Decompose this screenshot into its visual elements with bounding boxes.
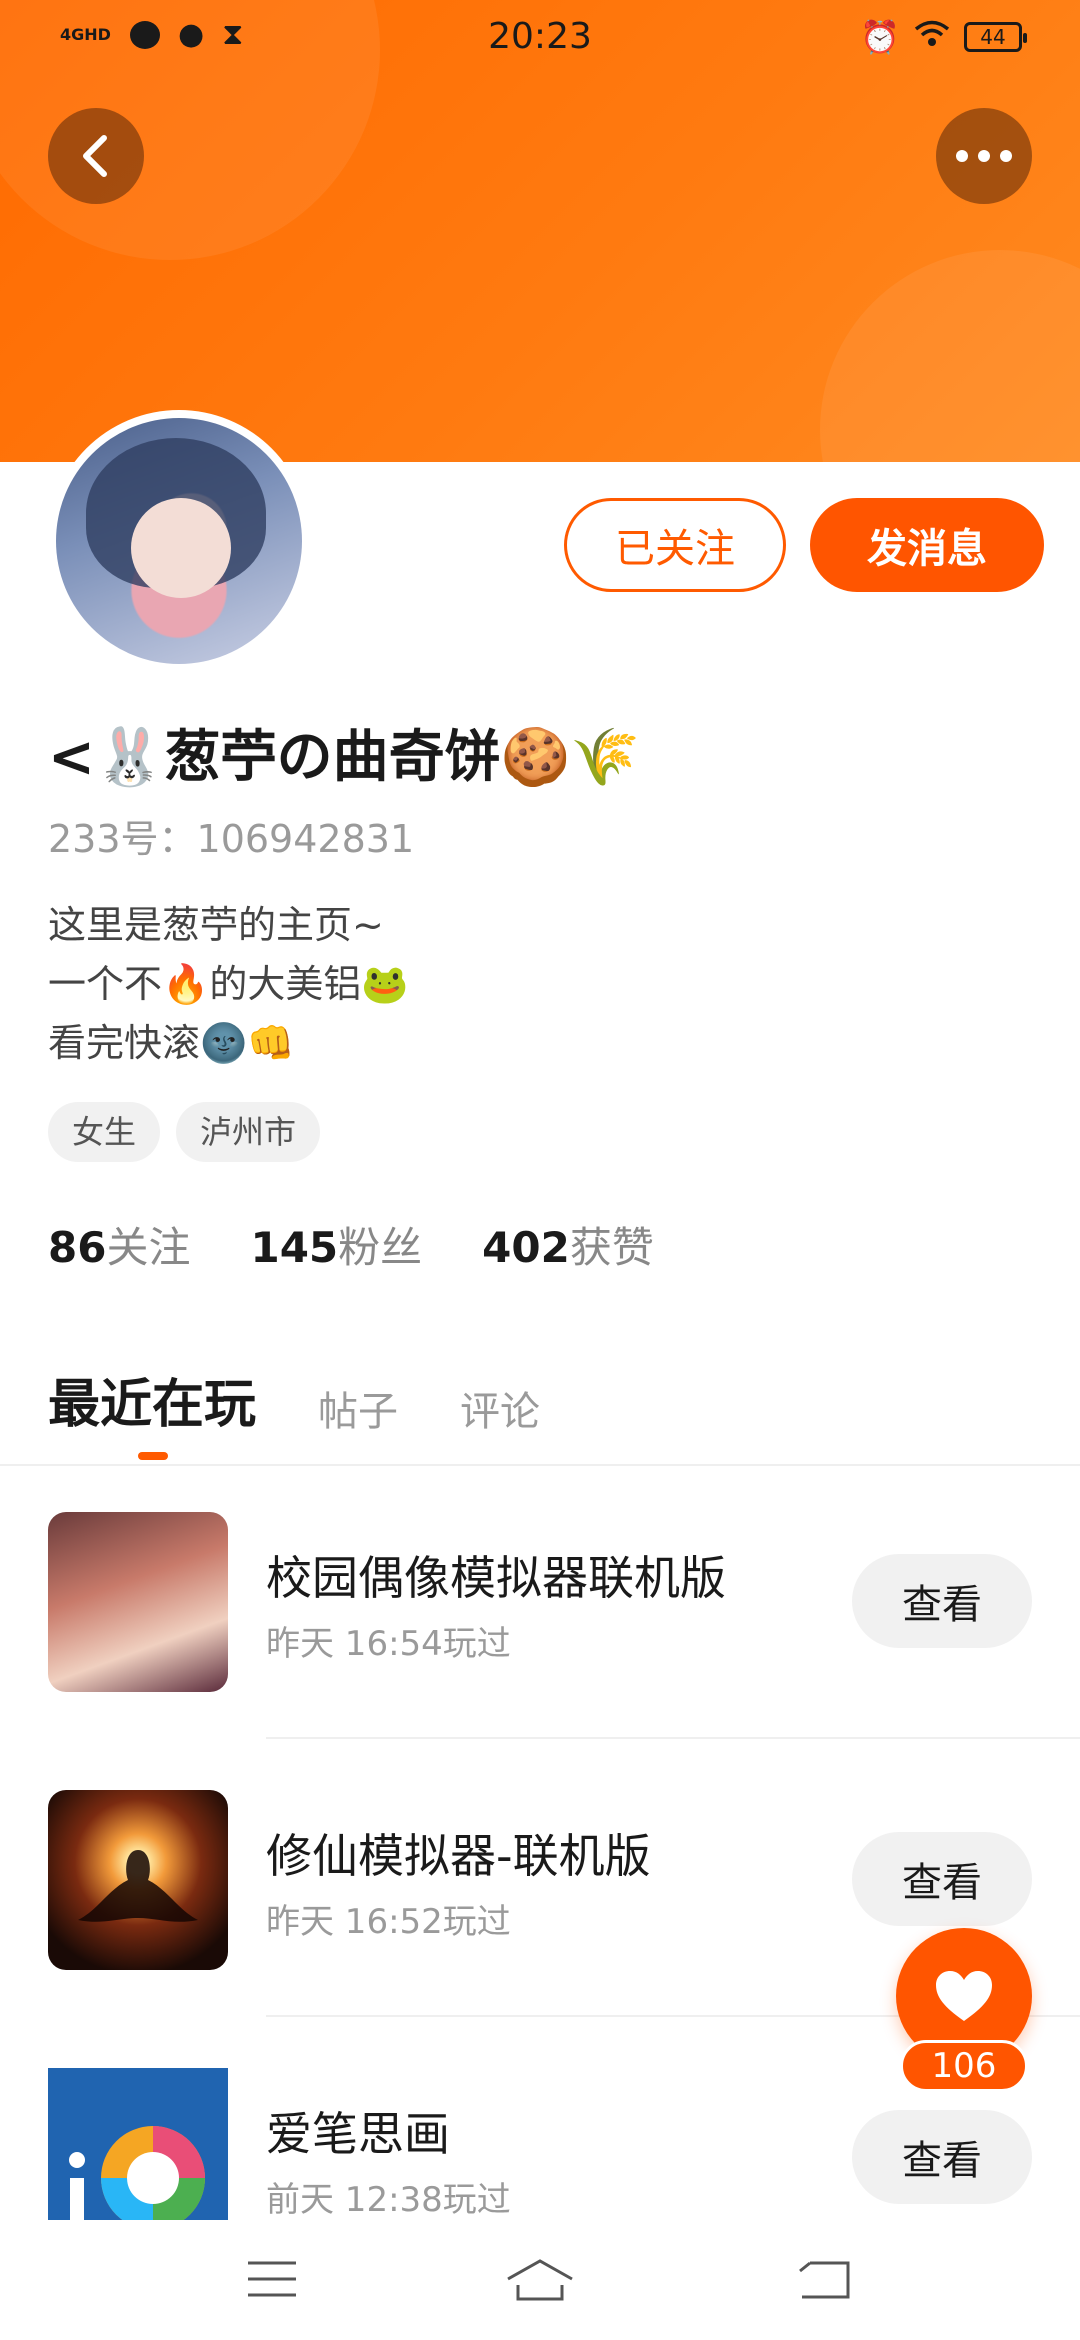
tab-indicator bbox=[138, 1452, 168, 1460]
send-message-button[interactable]: 发消息 bbox=[810, 498, 1044, 592]
profile-uid: 233号：106942831 bbox=[48, 817, 415, 861]
avatar-image bbox=[56, 418, 302, 664]
system-nav-bar bbox=[0, 2220, 1080, 2340]
divider bbox=[266, 1737, 1080, 1739]
battery-icon: 44 bbox=[964, 22, 1027, 52]
view-button[interactable]: 查看 bbox=[852, 1554, 1032, 1648]
chevron-left-icon bbox=[83, 135, 107, 177]
bio-line: 一个不🔥的大美铝🐸 bbox=[48, 962, 409, 1006]
divider bbox=[0, 1464, 1080, 1466]
back-button[interactable] bbox=[48, 108, 144, 204]
stat-following[interactable]: 86关注 bbox=[48, 1214, 190, 1275]
more-horizontal-icon bbox=[956, 150, 1012, 162]
bio-line: 这里是葱苧的主页~ bbox=[48, 903, 384, 947]
stat-number: 86 bbox=[48, 1223, 107, 1272]
tab-posts[interactable]: 帖子 bbox=[318, 1379, 398, 1437]
profile-tabs: 最近在玩 帖子 评论 bbox=[48, 1362, 540, 1437]
heart-icon bbox=[936, 1971, 992, 2021]
profile-tags: 女生 泸州市 bbox=[48, 1102, 321, 1162]
stat-label: 获赞 bbox=[569, 1223, 654, 1272]
bio-line: 看完快滚🌚👊 bbox=[48, 1021, 295, 1065]
home-icon[interactable] bbox=[500, 2244, 580, 2314]
more-button[interactable] bbox=[936, 108, 1032, 204]
stat-number: 145 bbox=[250, 1223, 339, 1272]
profile-name: <🐰葱苧の曲奇饼🍪🌾 bbox=[48, 725, 641, 790]
avatar[interactable] bbox=[48, 410, 310, 672]
stat-number: 402 bbox=[482, 1223, 570, 1272]
game-icon bbox=[48, 1512, 228, 1692]
profile-bio: 这里是葱苧的主页~ 一个不🔥的大美铝🐸 看完快滚🌚👊 bbox=[48, 896, 409, 1073]
tag-gender: 女生 bbox=[48, 1102, 161, 1162]
game-played-time: 昨天 16:54玩过 bbox=[266, 1624, 511, 1664]
menu-icon[interactable] bbox=[232, 2244, 312, 2314]
view-button[interactable]: 查看 bbox=[852, 1832, 1032, 1926]
game-played-time: 前天 12:38玩过 bbox=[266, 2180, 511, 2220]
game-title: 修仙模拟器-联机版 bbox=[266, 1829, 651, 1883]
like-count: 106 bbox=[900, 2040, 1028, 2092]
stat-followers[interactable]: 145粉丝 bbox=[250, 1214, 422, 1275]
stat-label: 关注 bbox=[106, 1223, 191, 1272]
tag-location: 泸州市 bbox=[176, 1102, 321, 1162]
alarm-icon: ⏰ bbox=[860, 18, 900, 56]
game-title: 爱笔思画 bbox=[266, 2107, 450, 2161]
view-button[interactable]: 查看 bbox=[852, 2110, 1032, 2204]
game-icon bbox=[48, 1790, 228, 1970]
game-played-time: 昨天 16:52玩过 bbox=[266, 1902, 511, 1942]
stat-likes[interactable]: 402获赞 bbox=[482, 1214, 654, 1275]
game-title: 校园偶像模拟器联机版 bbox=[266, 1551, 726, 1605]
stat-label: 粉丝 bbox=[338, 1223, 423, 1272]
status-bar: 4GHD ● ⧗ 20:23 ⏰ 44 bbox=[0, 0, 1080, 84]
game-list-item[interactable]: 校园偶像模拟器联机版 昨天 16:54玩过 查看 bbox=[0, 1512, 1080, 1792]
back-icon[interactable] bbox=[784, 2244, 864, 2314]
tab-recently-played[interactable]: 最近在玩 bbox=[48, 1362, 256, 1437]
wifi-icon bbox=[914, 20, 950, 54]
tab-comments[interactable]: 评论 bbox=[460, 1379, 540, 1437]
followed-button[interactable]: 已关注 bbox=[564, 498, 786, 592]
profile-stats: 86关注 145粉丝 402获赞 bbox=[48, 1214, 654, 1275]
